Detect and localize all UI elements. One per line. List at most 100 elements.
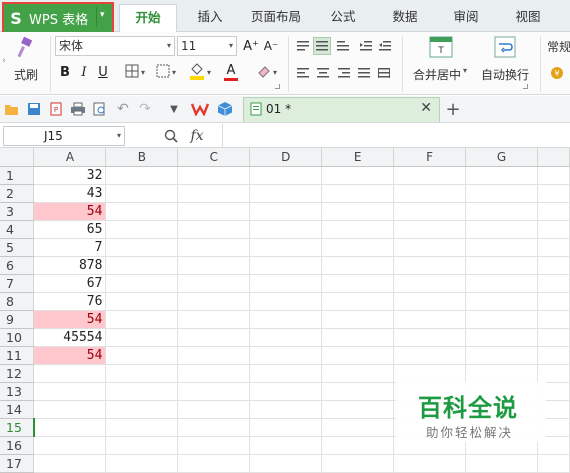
cell[interactable] xyxy=(105,310,179,329)
print-preview-icon[interactable] xyxy=(92,101,108,117)
cell-a[interactable] xyxy=(33,400,107,419)
column-header-overflow[interactable] xyxy=(537,148,570,167)
cell[interactable] xyxy=(249,274,323,293)
cell-a[interactable]: 43 xyxy=(33,184,107,203)
column-header-d[interactable]: D xyxy=(249,148,323,167)
close-icon[interactable]: ✕ xyxy=(420,100,432,116)
column-header-f[interactable]: F xyxy=(393,148,467,167)
clear-format-button[interactable]: ▾ xyxy=(254,63,280,81)
row-header[interactable]: 10 xyxy=(0,328,35,347)
cube-icon[interactable] xyxy=(216,100,234,118)
cell-a[interactable]: 54 xyxy=(33,346,107,365)
cell[interactable] xyxy=(393,310,467,329)
cell[interactable] xyxy=(105,238,179,257)
cell[interactable] xyxy=(249,220,323,239)
cell-a[interactable]: 878 xyxy=(33,256,107,275)
alignment-dialog-launcher-icon[interactable] xyxy=(523,84,528,89)
row-header[interactable]: 17 xyxy=(0,454,35,473)
cell[interactable] xyxy=(105,292,179,311)
wrap-text-label[interactable]: 自动换行 xyxy=(481,66,529,83)
cell[interactable] xyxy=(249,292,323,311)
cell-a[interactable] xyxy=(33,364,107,383)
cell[interactable] xyxy=(393,238,467,257)
cell[interactable] xyxy=(321,220,395,239)
select-all-corner[interactable] xyxy=(0,148,35,167)
cell-a[interactable]: 76 xyxy=(33,292,107,311)
align-left-icon[interactable] xyxy=(295,65,311,81)
cell[interactable] xyxy=(393,346,467,365)
cell[interactable] xyxy=(177,166,251,185)
align-right-icon[interactable] xyxy=(336,65,352,81)
italic-button[interactable]: I xyxy=(76,63,92,81)
wrap-text-icon[interactable] xyxy=(492,35,518,59)
zoom-magnifier-icon[interactable] xyxy=(163,127,179,145)
cell[interactable] xyxy=(321,454,395,473)
cell[interactable] xyxy=(105,346,179,365)
chevron-down-icon[interactable]: ▾ xyxy=(100,10,105,20)
cell[interactable] xyxy=(105,220,179,239)
tab-page-layout[interactable]: 页面布局 xyxy=(241,4,311,32)
undo-icon[interactable]: ↶ xyxy=(115,101,131,117)
column-header-e[interactable]: E xyxy=(321,148,395,167)
row-header[interactable]: 1 xyxy=(0,166,35,185)
cell[interactable] xyxy=(177,400,251,419)
app-menu-button[interactable]: S WPS 表格 ▾ xyxy=(2,2,114,34)
row-header[interactable]: 2 xyxy=(0,184,35,203)
cell[interactable] xyxy=(249,454,323,473)
cell[interactable] xyxy=(321,364,395,383)
cell[interactable] xyxy=(177,382,251,401)
font-dialog-launcher-icon[interactable] xyxy=(275,84,280,89)
chevron-down-icon[interactable]: ▾ xyxy=(463,66,467,75)
cell[interactable] xyxy=(321,238,395,257)
cell-a[interactable]: 54 xyxy=(33,202,107,221)
cell[interactable] xyxy=(321,382,395,401)
cell[interactable] xyxy=(249,238,323,257)
cell[interactable] xyxy=(105,256,179,275)
wps-w-logo-icon[interactable] xyxy=(190,100,210,118)
align-bottom-icon[interactable] xyxy=(335,38,351,54)
shrink-font-button[interactable]: A⁻ xyxy=(262,36,280,56)
cell[interactable] xyxy=(537,364,570,383)
cell[interactable] xyxy=(177,310,251,329)
justify-icon[interactable] xyxy=(356,65,372,81)
cell[interactable] xyxy=(537,256,570,275)
borders-button[interactable]: ▾ xyxy=(120,63,150,81)
cell[interactable] xyxy=(321,418,395,437)
cell[interactable] xyxy=(393,184,467,203)
ribbon-scroll-left-icon[interactable]: ‹ xyxy=(0,54,8,68)
cell[interactable] xyxy=(321,436,395,455)
cell[interactable] xyxy=(321,202,395,221)
row-header[interactable]: 15 xyxy=(0,418,35,437)
export-pdf-icon[interactable]: P xyxy=(48,101,64,117)
row-header[interactable]: 3 xyxy=(0,202,35,221)
cell[interactable] xyxy=(393,292,467,311)
tab-review[interactable]: 审阅 xyxy=(441,4,491,32)
fill-color-button[interactable]: ▾ xyxy=(186,61,214,83)
cell[interactable] xyxy=(465,184,538,203)
cell[interactable] xyxy=(321,256,395,275)
cell[interactable] xyxy=(105,202,179,221)
row-header[interactable]: 4 xyxy=(0,220,35,239)
cell[interactable] xyxy=(249,364,323,383)
cell[interactable] xyxy=(105,184,179,203)
cell-a[interactable] xyxy=(33,436,107,455)
cell[interactable] xyxy=(177,418,251,437)
cell[interactable] xyxy=(321,400,395,419)
redo-icon[interactable]: ↷ xyxy=(137,101,153,117)
name-box[interactable]: J15 ▾ xyxy=(3,126,125,146)
distribute-icon[interactable] xyxy=(376,65,392,81)
cell-a[interactable]: 67 xyxy=(33,274,107,293)
cell[interactable] xyxy=(537,166,570,185)
cell[interactable] xyxy=(105,382,179,401)
cell[interactable] xyxy=(321,328,395,347)
cell[interactable] xyxy=(393,256,467,275)
cell[interactable] xyxy=(537,328,570,347)
cell[interactable] xyxy=(393,166,467,185)
format-painter-label[interactable]: 式刷 xyxy=(14,66,38,83)
document-tab[interactable]: 01 * ✕ xyxy=(243,97,440,122)
function-fx-button[interactable]: fx xyxy=(186,127,208,145)
row-header[interactable]: 9 xyxy=(0,310,35,329)
cell[interactable] xyxy=(393,202,467,221)
cell[interactable] xyxy=(393,220,467,239)
cell[interactable] xyxy=(177,292,251,311)
